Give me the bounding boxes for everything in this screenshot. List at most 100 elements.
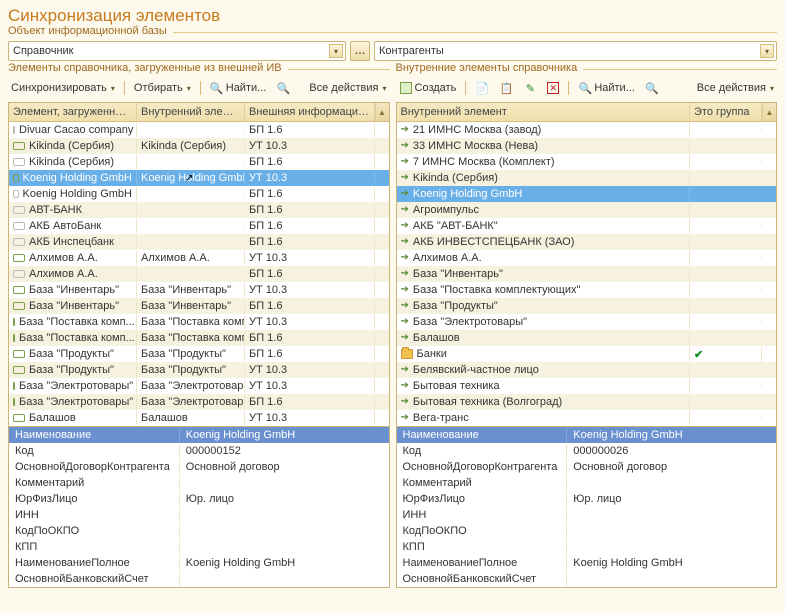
table-row[interactable]: ➔АКБ "АВТ-БАНК" (397, 218, 777, 234)
table-row[interactable]: ➔Балашов (397, 330, 777, 346)
left-grid[interactable]: Элемент, загруженный из ... Внутренний э… (8, 102, 390, 427)
sync-button[interactable]: Синхронизировать▾ (8, 81, 118, 95)
table-row[interactable]: Koenig Holding GmbHKoenig Holding GmbHУТ… (9, 170, 389, 186)
link-icon (13, 334, 15, 342)
detail-row: ОсновнойБанковскийСчет (9, 571, 389, 587)
col-external-base[interactable]: Внешняя информационна... (245, 103, 375, 121)
link-icon (13, 142, 25, 150)
table-row[interactable]: Kikinda (Сербия)Kikinda (Сербия)УТ 10.3 (9, 138, 389, 154)
item-icon: ➔ (401, 301, 409, 311)
filter-button[interactable]: Отбирать▾ (131, 81, 194, 95)
scroll-up-icon[interactable]: ▲ (762, 103, 776, 121)
table-row[interactable]: АКБ ИнспецбанкБП 1.6 (9, 234, 389, 250)
left-grid-header: Элемент, загруженный из ... Внутренний э… (9, 103, 389, 122)
table-row[interactable]: ➔Вега-транс (397, 410, 777, 426)
col-external-element[interactable]: Элемент, загруженный из ... (9, 103, 137, 121)
scroll-up-icon[interactable]: ▲ (375, 103, 389, 121)
table-row[interactable]: База "Поставка комп...База "Поставка ком… (9, 330, 389, 346)
find-button-right[interactable]: 🔍Найти... (575, 80, 638, 96)
copy-button[interactable]: 📋 (496, 80, 516, 96)
table-row[interactable]: ➔7 ИМНС Москва (Комплект) (397, 154, 777, 170)
right-details: НаименованиеKoenig Holding GmbHКод000000… (396, 427, 778, 588)
table-row[interactable]: База "Поставка комп...База "Поставка ком… (9, 314, 389, 330)
table-row[interactable]: Divuar Cacao companyБП 1.6 (9, 122, 389, 138)
type-select[interactable]: Контрагенты ▾ (374, 41, 777, 61)
detail-row: ОсновнойДоговорКонтрагентаОсновной догов… (397, 459, 777, 475)
table-row[interactable]: База "Электротовары"База "Электротовары"… (9, 378, 389, 394)
create-folder-button[interactable]: 📄 (472, 80, 492, 96)
item-icon: ➔ (401, 381, 409, 391)
unlink-icon (13, 222, 25, 230)
item-icon: ➔ (401, 285, 409, 295)
item-icon: ➔ (401, 317, 409, 327)
table-row[interactable]: База "Электротовары"База "Электротовары"… (9, 394, 389, 410)
link-icon (13, 414, 25, 422)
table-row[interactable]: ➔Koenig Holding GmbH (397, 186, 777, 202)
clear-find-button[interactable]: 🔍 (273, 80, 293, 96)
col-internal-element[interactable]: Внутренний элемент (137, 103, 245, 121)
table-row[interactable]: База "Продукты"База "Продукты"БП 1.6 (9, 346, 389, 362)
table-row[interactable]: ➔Агроимпульс (397, 202, 777, 218)
right-group: Внутренние элементы справочника Создать … (396, 69, 778, 100)
delete-icon: ✕ (547, 82, 559, 94)
clear-find-button-right[interactable]: 🔍 (642, 80, 662, 96)
table-row[interactable]: ➔Белявский-частное лицо (397, 362, 777, 378)
table-row[interactable]: ➔Бытовая техника (397, 378, 777, 394)
table-row[interactable]: Алхимов А.А.БП 1.6 (9, 266, 389, 282)
folder-icon (401, 349, 413, 359)
link-icon (13, 398, 15, 406)
table-row[interactable]: ➔АКБ ИНВЕСТСПЕЦБАНК (ЗАО) (397, 234, 777, 250)
table-row[interactable]: ➔Алхимов А.А. (397, 250, 777, 266)
table-row[interactable]: ➔21 ИМНС Москва (завод) (397, 122, 777, 138)
create-button[interactable]: Создать (396, 80, 460, 96)
col-internal-element[interactable]: Внутренний элемент (397, 103, 691, 121)
right-all-actions-button[interactable]: Все действия▾ (694, 81, 777, 95)
unlink-icon (13, 158, 25, 166)
table-row[interactable]: ➔Бытовая техника (Волгоград) (397, 394, 777, 410)
table-row[interactable]: ➔База "Поставка комплектующих" (397, 282, 777, 298)
detail-head-label: Наименование (397, 428, 568, 442)
table-row[interactable]: Kikinda (Сербия)БП 1.6 (9, 154, 389, 170)
table-row[interactable]: ➔База "Продукты" (397, 298, 777, 314)
catalog-select[interactable]: Справочник ▾ (8, 41, 346, 61)
table-row[interactable]: ➔База "Электротовары" (397, 314, 777, 330)
table-row[interactable]: ➔Kikinda (Сербия) (397, 170, 777, 186)
table-row[interactable]: АКБ АвтоБанкБП 1.6 (9, 218, 389, 234)
item-icon: ➔ (401, 189, 409, 199)
link-icon (13, 302, 25, 310)
chevron-down-icon: ▾ (329, 44, 343, 58)
edit-button[interactable]: ✎ (520, 80, 540, 96)
table-row[interactable]: База "Инвентарь"База "Инвентарь"БП 1.6 (9, 298, 389, 314)
copy-icon: 📋 (499, 81, 513, 95)
find-button[interactable]: 🔍Найти... (207, 80, 270, 96)
table-row[interactable]: База "Инвентарь"База "Инвентарь"УТ 10.3 (9, 282, 389, 298)
link-icon (13, 254, 25, 262)
table-row[interactable]: ➔База "Инвентарь" (397, 266, 777, 282)
detail-row: ИНН (397, 507, 777, 523)
left-details: НаименованиеKoenig Holding GmbHКод000000… (8, 427, 390, 588)
catalog-browse-button[interactable]: … (350, 41, 370, 61)
table-row[interactable]: АВТ-БАНКБП 1.6 (9, 202, 389, 218)
link-icon (13, 366, 25, 374)
detail-row: КодПоОКПО (397, 523, 777, 539)
col-is-group[interactable]: Это группа (690, 103, 762, 121)
table-row[interactable]: Алхимов А.А.Алхимов А.А.УТ 10.3 (9, 250, 389, 266)
table-row[interactable]: Koenig Holding GmbHБП 1.6 (9, 186, 389, 202)
clear-find-icon: 🔍 (645, 81, 659, 95)
left-toolbar: Синхронизировать▾ Отбирать▾ 🔍Найти... 🔍 … (8, 78, 390, 100)
link-icon (13, 286, 25, 294)
find-icon: 🔍 (578, 81, 592, 95)
table-row[interactable]: БалашовБалашовУТ 10.3 (9, 410, 389, 426)
table-row[interactable]: База "Продукты"База "Продукты"УТ 10.3 (9, 362, 389, 378)
detail-row: НаименованиеПолноеKoenig Holding GmbH (9, 555, 389, 571)
table-row[interactable]: Банки✔ (397, 346, 777, 362)
detail-row: Комментарий (9, 475, 389, 491)
detail-head-value: Koenig Holding GmbH (180, 428, 389, 442)
left-all-actions-button[interactable]: Все действия▾ (306, 81, 389, 95)
delete-button[interactable]: ✕ (544, 81, 562, 95)
clear-find-icon: 🔍 (276, 81, 290, 95)
table-row[interactable]: ➔33 ИМНС Москва (Нева) (397, 138, 777, 154)
left-legend: Элементы справочника, загруженные из вне… (8, 62, 288, 74)
detail-head-label: Наименование (9, 428, 180, 442)
right-grid[interactable]: Внутренний элемент Это группа ▲ ➔21 ИМНС… (396, 102, 778, 427)
